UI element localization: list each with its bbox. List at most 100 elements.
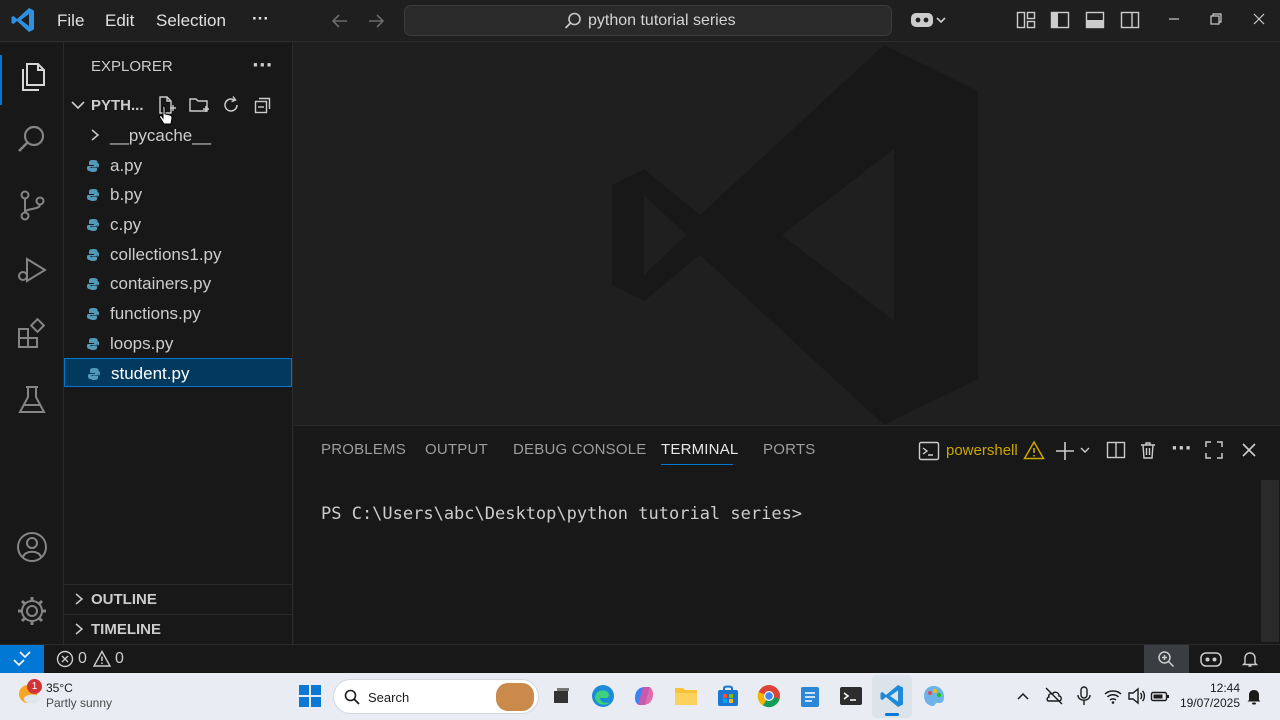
toggle-secondary-sidebar-icon[interactable] <box>1120 10 1140 30</box>
explorer-icon[interactable] <box>0 45 64 107</box>
remote-icon <box>12 650 32 668</box>
tab-output[interactable]: OUTPUT <box>425 441 488 458</box>
back-arrow-icon[interactable] <box>330 11 350 31</box>
file-label: a.py <box>110 156 143 175</box>
copilot-icon[interactable] <box>910 9 950 31</box>
more-menu-button[interactable]: ··· <box>252 6 269 32</box>
explorer-more-actions-icon[interactable]: ··· <box>252 55 273 76</box>
explorer-title: EXPLORER <box>91 58 173 75</box>
minimize-icon[interactable] <box>1166 11 1182 27</box>
warning-status-icon[interactable] <box>93 650 111 668</box>
chevron-right-icon <box>88 128 102 142</box>
clock-time[interactable]: 12:44 <box>1182 681 1240 695</box>
search-highlight-image <box>496 683 534 711</box>
volume-icon[interactable] <box>1127 686 1147 706</box>
panel-more-actions-icon[interactable]: ··· <box>1171 438 1192 459</box>
clock-date[interactable]: 19/07/2025 <box>1176 696 1240 710</box>
warning-count[interactable]: 0 <box>115 650 124 668</box>
copilot-app-icon[interactable] <box>632 684 656 708</box>
task-view-icon[interactable] <box>550 685 572 707</box>
file-item[interactable]: functions.py <box>64 299 292 328</box>
python-file-icon <box>86 337 100 351</box>
refresh-icon[interactable] <box>221 95 241 115</box>
extensions-icon[interactable] <box>0 303 64 365</box>
error-icon[interactable] <box>56 650 74 668</box>
edge-browser-icon[interactable] <box>591 684 615 708</box>
tree-folder-pycache[interactable]: __pycache__ <box>64 121 292 150</box>
file-item[interactable]: c.py <box>64 210 292 239</box>
taskbar-search-box[interactable]: Search <box>333 679 539 714</box>
title-bar: File Edit Selection ··· python tutorial … <box>0 0 1280 42</box>
close-panel-icon[interactable] <box>1240 441 1258 459</box>
tab-debug-console[interactable]: DEBUG CONSOLE <box>513 441 646 458</box>
remote-button[interactable] <box>0 645 44 673</box>
copilot-status-icon[interactable] <box>1200 650 1222 668</box>
shell-name[interactable]: powershell <box>946 442 1018 459</box>
tab-terminal[interactable]: TERMINAL <box>661 441 738 458</box>
file-label: collections1.py <box>110 245 222 264</box>
file-item[interactable]: containers.py <box>64 269 292 298</box>
zoom-button[interactable] <box>1144 645 1189 673</box>
taskbar-search-icon <box>344 689 360 705</box>
testing-flask-icon[interactable] <box>0 368 64 430</box>
split-terminal-icon[interactable] <box>1106 440 1126 460</box>
new-folder-icon[interactable] <box>188 95 210 115</box>
command-center-search[interactable]: python tutorial series <box>404 5 892 36</box>
windows-start-icon[interactable] <box>299 685 321 707</box>
file-label: containers.py <box>110 274 212 293</box>
chrome-icon[interactable] <box>757 684 781 708</box>
file-item-selected[interactable]: student.py <box>64 358 292 387</box>
search-view-icon[interactable] <box>0 107 64 169</box>
timeline-section[interactable]: TIMELINE <box>64 614 292 642</box>
toggle-panel-icon[interactable] <box>1085 10 1105 30</box>
folder-header[interactable]: PYTH... <box>64 91 292 125</box>
vscode-taskbar-button[interactable] <box>872 675 912 718</box>
source-control-icon[interactable] <box>0 173 64 235</box>
menu-edit[interactable]: Edit <box>105 8 134 34</box>
run-debug-icon[interactable] <box>0 237 64 299</box>
notepad-icon[interactable] <box>799 684 821 708</box>
error-count[interactable]: 0 <box>78 650 87 668</box>
file-explorer-icon[interactable] <box>674 685 698 707</box>
warning-icon[interactable] <box>1023 440 1045 460</box>
new-terminal-plus-icon[interactable] <box>1054 440 1092 462</box>
accounts-icon[interactable] <box>0 515 64 577</box>
terminal-scrollbar[interactable] <box>1261 480 1279 642</box>
wifi-icon[interactable] <box>1103 686 1123 706</box>
close-window-icon[interactable] <box>1251 11 1267 27</box>
timeline-label: TIMELINE <box>91 621 161 638</box>
menu-selection[interactable]: Selection <box>156 8 226 34</box>
file-item[interactable]: b.py <box>64 180 292 209</box>
vscode-logo-icon <box>11 7 35 33</box>
customize-layout-icon[interactable] <box>1016 10 1036 30</box>
paint-icon[interactable] <box>922 684 946 708</box>
menu-file[interactable]: File <box>57 8 84 34</box>
store-icon[interactable] <box>716 684 740 708</box>
file-item[interactable]: a.py <box>64 151 292 180</box>
tab-problems[interactable]: PROBLEMS <box>321 441 406 458</box>
editor-area[interactable] <box>294 43 1280 425</box>
toggle-primary-sidebar-icon[interactable] <box>1050 10 1070 30</box>
tab-ports[interactable]: PORTS <box>763 441 815 458</box>
trash-icon[interactable] <box>1138 440 1158 460</box>
restore-icon[interactable] <box>1208 11 1224 27</box>
weather-description[interactable]: Partly sunny <box>46 696 112 710</box>
terminal-prompt[interactable]: PS C:\Users\abc\Desktop\python tutorial … <box>321 504 802 524</box>
maximize-panel-icon[interactable] <box>1204 440 1224 460</box>
battery-icon[interactable] <box>1150 686 1170 706</box>
file-item[interactable]: collections1.py <box>64 240 292 269</box>
terminal-app-icon[interactable] <box>839 684 863 708</box>
settings-gear-icon[interactable] <box>0 579 64 641</box>
outline-section[interactable]: OUTLINE <box>64 584 292 612</box>
weather-temperature[interactable]: 35°C <box>46 681 73 695</box>
python-file-icon <box>86 277 100 291</box>
file-item[interactable]: loops.py <box>64 329 292 358</box>
file-label: student.py <box>111 364 190 383</box>
collapse-all-icon[interactable] <box>253 95 273 115</box>
forward-arrow-icon[interactable] <box>366 11 386 31</box>
taskbar-notifications-icon[interactable] <box>1246 687 1262 705</box>
notifications-bell-icon[interactable] <box>1241 650 1259 668</box>
microphone-icon[interactable] <box>1075 686 1093 706</box>
sync-off-icon[interactable] <box>1044 686 1064 706</box>
tray-chevron-up-icon[interactable] <box>1015 688 1031 704</box>
